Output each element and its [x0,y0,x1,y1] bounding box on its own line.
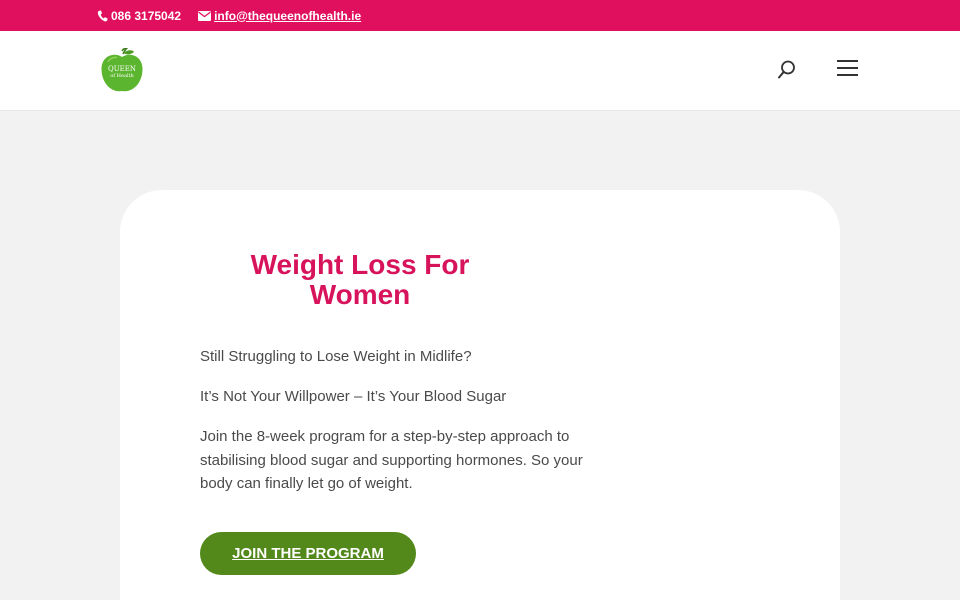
hero-paragraph-1: Still Struggling to Lose Weight in Midli… [200,348,472,365]
hero-paragraph-3: Join the 8-week program for a step-by-st… [200,428,583,492]
logo-line-2: of Health [110,73,134,79]
search-button[interactable] [776,59,798,81]
hero-paragraph-2: It’s Not Your Willpower – It’s Your Bloo… [200,388,507,405]
phone-icon [97,10,108,22]
hamburger-menu-icon [837,60,859,76]
email-contact[interactable]: info@thequeenofhealth.ie [198,9,361,23]
join-program-button[interactable]: JOIN THE PROGRAM [200,532,416,575]
page-title: Weight Loss For Women [250,249,470,310]
search-icon [778,60,795,79]
envelope-icon [198,10,212,21]
phone-number[interactable]: 086 3175042 [111,9,181,23]
top-contact-bar: 086 3175042 info@thequeenofhealth.ie [0,0,960,31]
site-logo[interactable]: QUEEN of Health [100,47,144,94]
logo-text: QUEEN of Health [100,65,144,79]
logo-line-1: QUEEN [108,65,136,73]
phone-contact[interactable]: 086 3175042 [97,9,181,23]
menu-button[interactable] [837,60,859,80]
email-link[interactable]: info@thequeenofhealth.ie [214,9,361,23]
site-header: QUEEN of Health [0,31,960,111]
